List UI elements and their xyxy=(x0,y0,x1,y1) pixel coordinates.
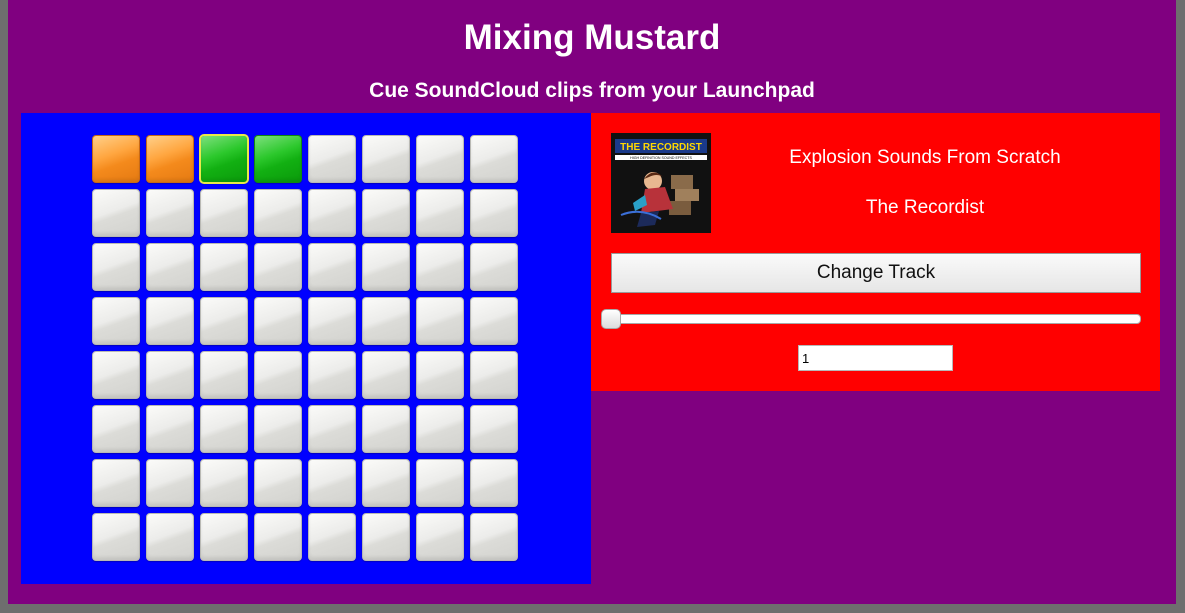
track-artist: The Recordist xyxy=(865,197,985,218)
launchpad-pad[interactable] xyxy=(146,189,194,237)
launchpad-pad[interactable] xyxy=(254,297,302,345)
launchpad-pad[interactable] xyxy=(92,189,140,237)
album-cover-image: THE RECORDIST HIGH DEFINITION SOUND EFFE… xyxy=(611,133,711,233)
launchpad-pad[interactable] xyxy=(146,459,194,507)
launchpad-pad[interactable] xyxy=(254,189,302,237)
launchpad-pad[interactable] xyxy=(470,243,518,291)
playback-slider[interactable] xyxy=(603,314,1141,324)
slider-thumb[interactable] xyxy=(601,309,621,329)
launchpad-pad[interactable] xyxy=(254,351,302,399)
launchpad-pad[interactable] xyxy=(200,189,248,237)
launchpad-pad[interactable] xyxy=(362,513,410,561)
launchpad-pad[interactable] xyxy=(308,351,356,399)
launchpad-pad[interactable] xyxy=(308,297,356,345)
launchpad-pad[interactable] xyxy=(416,513,464,561)
launchpad-pad[interactable] xyxy=(308,513,356,561)
launchpad-pad[interactable] xyxy=(200,351,248,399)
launchpad-pad[interactable] xyxy=(146,135,194,183)
launchpad-pad[interactable] xyxy=(254,405,302,453)
launchpad-pad[interactable] xyxy=(416,243,464,291)
launchpad-pad[interactable] xyxy=(362,189,410,237)
launchpad-pad[interactable] xyxy=(254,459,302,507)
app-background: Mixing Mustard Cue SoundCloud clips from… xyxy=(8,0,1176,604)
launchpad-pad[interactable] xyxy=(470,135,518,183)
launchpad-pad[interactable] xyxy=(92,513,140,561)
change-track-button[interactable]: Change Track xyxy=(611,253,1141,293)
launchpad-pad[interactable] xyxy=(92,351,140,399)
launchpad-pad[interactable] xyxy=(470,459,518,507)
launchpad-pad[interactable] xyxy=(470,513,518,561)
launchpad-pad[interactable] xyxy=(146,243,194,291)
launchpad-pad[interactable] xyxy=(362,243,410,291)
launchpad-pad[interactable] xyxy=(146,513,194,561)
launchpad-pad[interactable] xyxy=(200,405,248,453)
launchpad-pad[interactable] xyxy=(416,189,464,237)
launchpad-pad[interactable] xyxy=(146,297,194,345)
cover-title: THE RECORDIST xyxy=(620,142,702,153)
launchpad-pad[interactable] xyxy=(92,405,140,453)
launchpad-pad[interactable] xyxy=(416,459,464,507)
launchpad-pad[interactable] xyxy=(416,351,464,399)
launchpad-pad[interactable] xyxy=(470,351,518,399)
launchpad-pad[interactable] xyxy=(92,459,140,507)
launchpad-pad[interactable] xyxy=(92,297,140,345)
launchpad-panel xyxy=(21,113,591,584)
launchpad-pad[interactable] xyxy=(308,405,356,453)
launchpad-pad[interactable] xyxy=(308,189,356,237)
launchpad-pad[interactable] xyxy=(362,351,410,399)
launchpad-pad[interactable] xyxy=(416,405,464,453)
cover-subtitle: HIGH DEFINITION SOUND EFFECTS xyxy=(630,156,692,160)
launchpad-pad[interactable] xyxy=(200,459,248,507)
track-panel: THE RECORDIST HIGH DEFINITION SOUND EFFE… xyxy=(591,113,1160,391)
launchpad-pad[interactable] xyxy=(146,405,194,453)
launchpad-pad[interactable] xyxy=(254,513,302,561)
launchpad-pad[interactable] xyxy=(308,243,356,291)
launchpad-pad[interactable] xyxy=(200,513,248,561)
launchpad-pad[interactable] xyxy=(92,243,140,291)
number-input[interactable] xyxy=(798,345,953,371)
launchpad-pad[interactable] xyxy=(470,405,518,453)
launchpad-pad[interactable] xyxy=(199,134,249,184)
launchpad-pad[interactable] xyxy=(254,243,302,291)
launchpad-pad[interactable] xyxy=(362,135,410,183)
page-title: Mixing Mustard xyxy=(463,18,721,57)
launchpad-pad[interactable] xyxy=(362,297,410,345)
launchpad-pad[interactable] xyxy=(200,297,248,345)
launchpad-pad[interactable] xyxy=(200,243,248,291)
launchpad-pad[interactable] xyxy=(146,351,194,399)
launchpad-pad[interactable] xyxy=(470,297,518,345)
launchpad-pad[interactable] xyxy=(362,459,410,507)
launchpad-pad[interactable] xyxy=(308,459,356,507)
launchpad-pad[interactable] xyxy=(416,297,464,345)
launchpad-pad[interactable] xyxy=(416,135,464,183)
launchpad-pad[interactable] xyxy=(470,189,518,237)
track-title: Explosion Sounds From Scratch xyxy=(789,147,1061,168)
launchpad-pad[interactable] xyxy=(254,135,302,183)
launchpad-grid xyxy=(92,134,518,561)
launchpad-pad[interactable] xyxy=(308,135,356,183)
launchpad-pad[interactable] xyxy=(362,405,410,453)
launchpad-pad[interactable] xyxy=(92,135,140,183)
page-subtitle: Cue SoundCloud clips from your Launchpad xyxy=(369,79,815,102)
